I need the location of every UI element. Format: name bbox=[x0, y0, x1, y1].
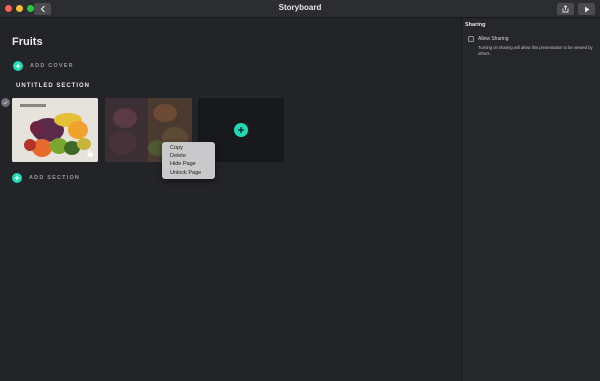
share-icon bbox=[562, 5, 569, 13]
document-title[interactable]: Fruits bbox=[12, 36, 43, 48]
fruit-photo-thumbnail bbox=[12, 98, 98, 162]
lock-icon bbox=[87, 150, 93, 157]
window-title: Storyboard bbox=[278, 3, 322, 12]
context-menu-hide-page[interactable]: Hide Page bbox=[162, 160, 215, 168]
play-icon bbox=[584, 6, 589, 12]
page-select-badge[interactable] bbox=[1, 98, 10, 107]
add-page-circle[interactable] bbox=[234, 123, 248, 137]
context-menu-copy[interactable]: Copy bbox=[162, 144, 215, 152]
share-button[interactable] bbox=[557, 3, 574, 15]
storyboard-canvas: Fruits ADD COVER UNTITLED SECTION ADD SE… bbox=[0, 18, 461, 381]
title-bar: Storyboard bbox=[0, 0, 600, 18]
add-section-label[interactable]: ADD SECTION bbox=[29, 175, 80, 181]
sharing-sidebar: Sharing Allow Sharing Turning on sharing… bbox=[461, 18, 600, 381]
allow-sharing-label[interactable]: Allow Sharing bbox=[478, 36, 509, 42]
sharing-description: Turning on sharing will allow this prese… bbox=[478, 45, 593, 56]
checkmark-icon bbox=[3, 100, 8, 105]
play-button[interactable] bbox=[578, 3, 595, 15]
allow-sharing-checkbox[interactable] bbox=[468, 36, 474, 42]
context-menu-delete[interactable]: Delete bbox=[162, 152, 215, 160]
page-thumbnail-1[interactable] bbox=[12, 98, 98, 162]
plus-icon bbox=[15, 63, 21, 69]
add-cover-row[interactable]: ADD COVER bbox=[13, 61, 74, 71]
section-title[interactable]: UNTITLED SECTION bbox=[16, 83, 90, 89]
add-cover-label[interactable]: ADD COVER bbox=[30, 63, 74, 69]
plus-icon bbox=[238, 127, 244, 133]
context-menu: Copy Delete Hide Page Unlock Page bbox=[162, 142, 215, 179]
add-section-button[interactable] bbox=[12, 173, 22, 183]
app-window: Storyboard Fruits ADD COVER UNTITLED SEC… bbox=[0, 0, 600, 381]
plus-icon bbox=[14, 175, 20, 181]
add-section-row[interactable]: ADD SECTION bbox=[12, 173, 80, 183]
add-cover-button[interactable] bbox=[13, 61, 23, 71]
sidebar-header: Sharing bbox=[465, 22, 486, 28]
context-menu-unlock-page[interactable]: Unlock Page bbox=[162, 169, 215, 177]
